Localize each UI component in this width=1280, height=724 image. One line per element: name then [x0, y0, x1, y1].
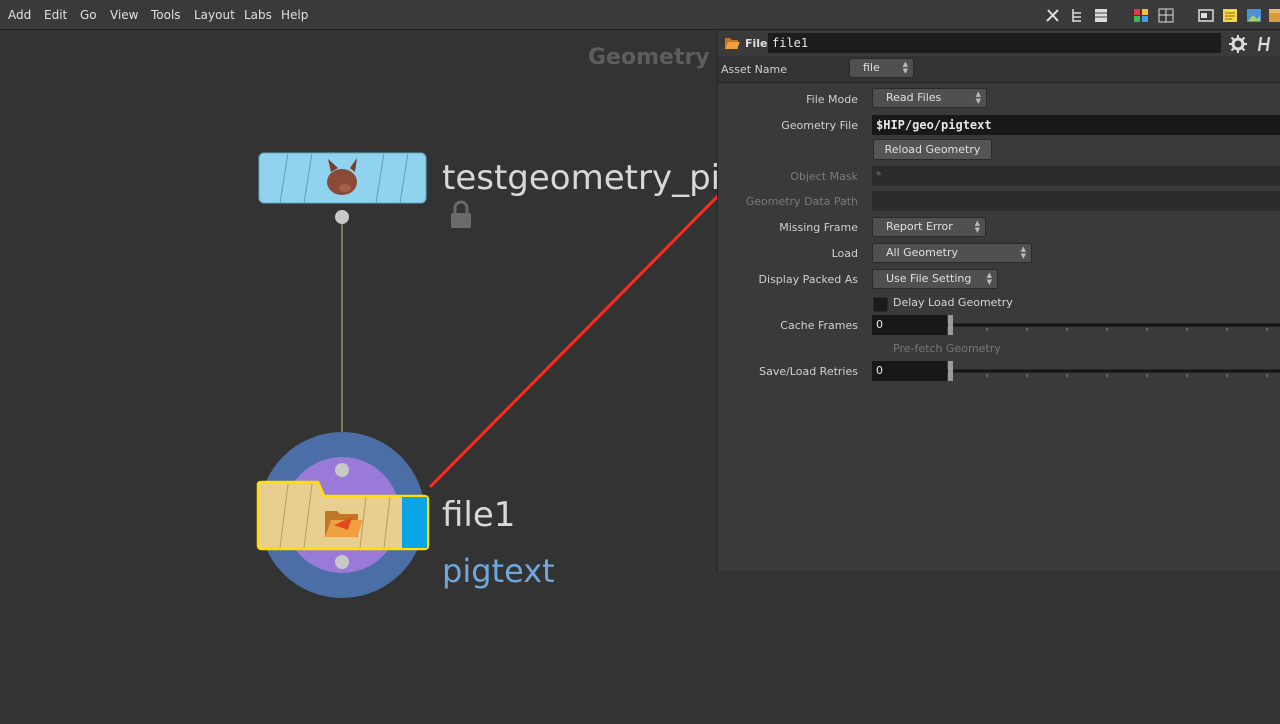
cache-frames-slider[interactable]	[947, 313, 1280, 337]
combo-arrows-icon: ▲ ▼	[902, 60, 908, 75]
combo-arrows-icon: ▲ ▼	[975, 90, 981, 105]
combo-arrows-icon: ▲ ▼	[974, 219, 980, 234]
display-packed-value: Use File Setting	[886, 272, 972, 285]
object-mask-label: Object Mask	[790, 170, 858, 183]
combo-arrows-icon: ▲ ▼	[1020, 245, 1026, 260]
display-packed-label: Display Packed As	[758, 273, 858, 286]
prefetch-checkbox[interactable]	[873, 343, 888, 358]
asset-row	[718, 56, 1280, 83]
file-mode-label: File Mode	[806, 93, 858, 106]
geometry-data-path-field[interactable]	[872, 191, 1280, 211]
object-mask-field[interactable]: *	[872, 166, 1280, 186]
lock-icon	[451, 200, 471, 228]
asset-name-value: file	[863, 61, 880, 74]
panel-header: File file1	[718, 31, 1280, 56]
file-mode-value: Read Files	[886, 91, 942, 104]
delay-load-checkbox[interactable]	[873, 297, 888, 312]
gear-icon[interactable]	[1229, 35, 1247, 53]
node-sublabel-file1: pigtext	[442, 552, 555, 590]
help-h-icon[interactable]	[1256, 34, 1276, 54]
geometry-file-field[interactable]: $HIP/geo/pigtext	[872, 115, 1280, 135]
file-mode-combo[interactable]: Read Files ▲ ▼	[872, 88, 987, 108]
geometry-file-label: Geometry File	[781, 119, 858, 132]
geometry-data-path-label: Geometry Data Path	[745, 195, 858, 208]
reload-geometry-button[interactable]: Reload Geometry	[873, 139, 992, 160]
retries-field[interactable]: 0	[872, 361, 947, 381]
asset-name-label: Asset Name	[721, 63, 788, 76]
open-folder-icon	[325, 511, 363, 537]
retries-label: Save/Load Retries	[759, 365, 858, 378]
asset-name-combo[interactable]: file ▲ ▼	[849, 58, 914, 78]
cache-frames-field[interactable]: 0	[872, 315, 947, 335]
display-packed-combo[interactable]: Use File Setting ▲ ▼	[872, 269, 998, 289]
node-label-file1: file1	[442, 495, 516, 535]
node-type-label: File	[745, 37, 768, 50]
slider-handle	[948, 315, 953, 335]
load-value: All Geometry	[886, 246, 958, 259]
node-label-testgeometry-pig: testgeometry_pig	[442, 158, 742, 198]
missing-frame-value: Report Error	[886, 220, 953, 233]
retries-slider[interactable]	[947, 359, 1280, 383]
load-combo[interactable]: All Geometry ▲ ▼	[872, 243, 1032, 263]
cache-frames-label: Cache Frames	[780, 319, 858, 332]
missing-frame-label: Missing Frame	[779, 221, 858, 234]
load-label: Load	[831, 247, 858, 260]
node-name-field[interactable]: file1	[768, 33, 1221, 53]
delay-load-label: Delay Load Geometry	[893, 296, 1013, 309]
slider-handle	[948, 361, 953, 381]
missing-frame-combo[interactable]: Report Error ▲ ▼	[872, 217, 986, 237]
combo-arrows-icon: ▲ ▼	[986, 271, 992, 286]
parameter-panel: File file1 Asset Name file ▲ ▼ File Mode …	[717, 31, 1280, 571]
file-node-icon	[725, 38, 740, 49]
prefetch-label: Pre-fetch Geometry	[893, 342, 1001, 355]
